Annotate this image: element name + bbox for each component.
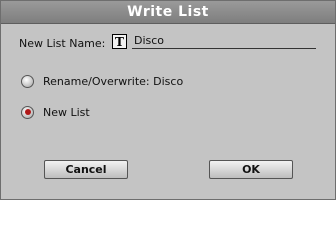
new-list-radio[interactable]	[21, 105, 34, 119]
option-new-list[interactable]: New List	[21, 104, 90, 120]
dialog-title: Write List	[127, 4, 209, 20]
option-rename-overwrite[interactable]: Rename/Overwrite: Disco	[21, 73, 183, 89]
text-edit-icon[interactable]: T	[112, 34, 127, 49]
title-bar: Write List	[1, 1, 335, 24]
name-row: New List Name:	[19, 34, 105, 52]
write-list-dialog: Write List New List Name: T Disco Rename…	[0, 0, 336, 200]
list-name-field[interactable]: Disco	[132, 33, 316, 49]
ok-button[interactable]: OK	[209, 160, 293, 179]
cancel-button[interactable]: Cancel	[44, 160, 128, 179]
new-list-label: New List	[43, 105, 90, 119]
radio-selected-dot	[24, 109, 31, 115]
rename-overwrite-radio[interactable]	[21, 74, 34, 88]
rename-overwrite-label: Rename/Overwrite: Disco	[43, 74, 184, 88]
new-list-name-label: New List Name:	[19, 36, 106, 50]
